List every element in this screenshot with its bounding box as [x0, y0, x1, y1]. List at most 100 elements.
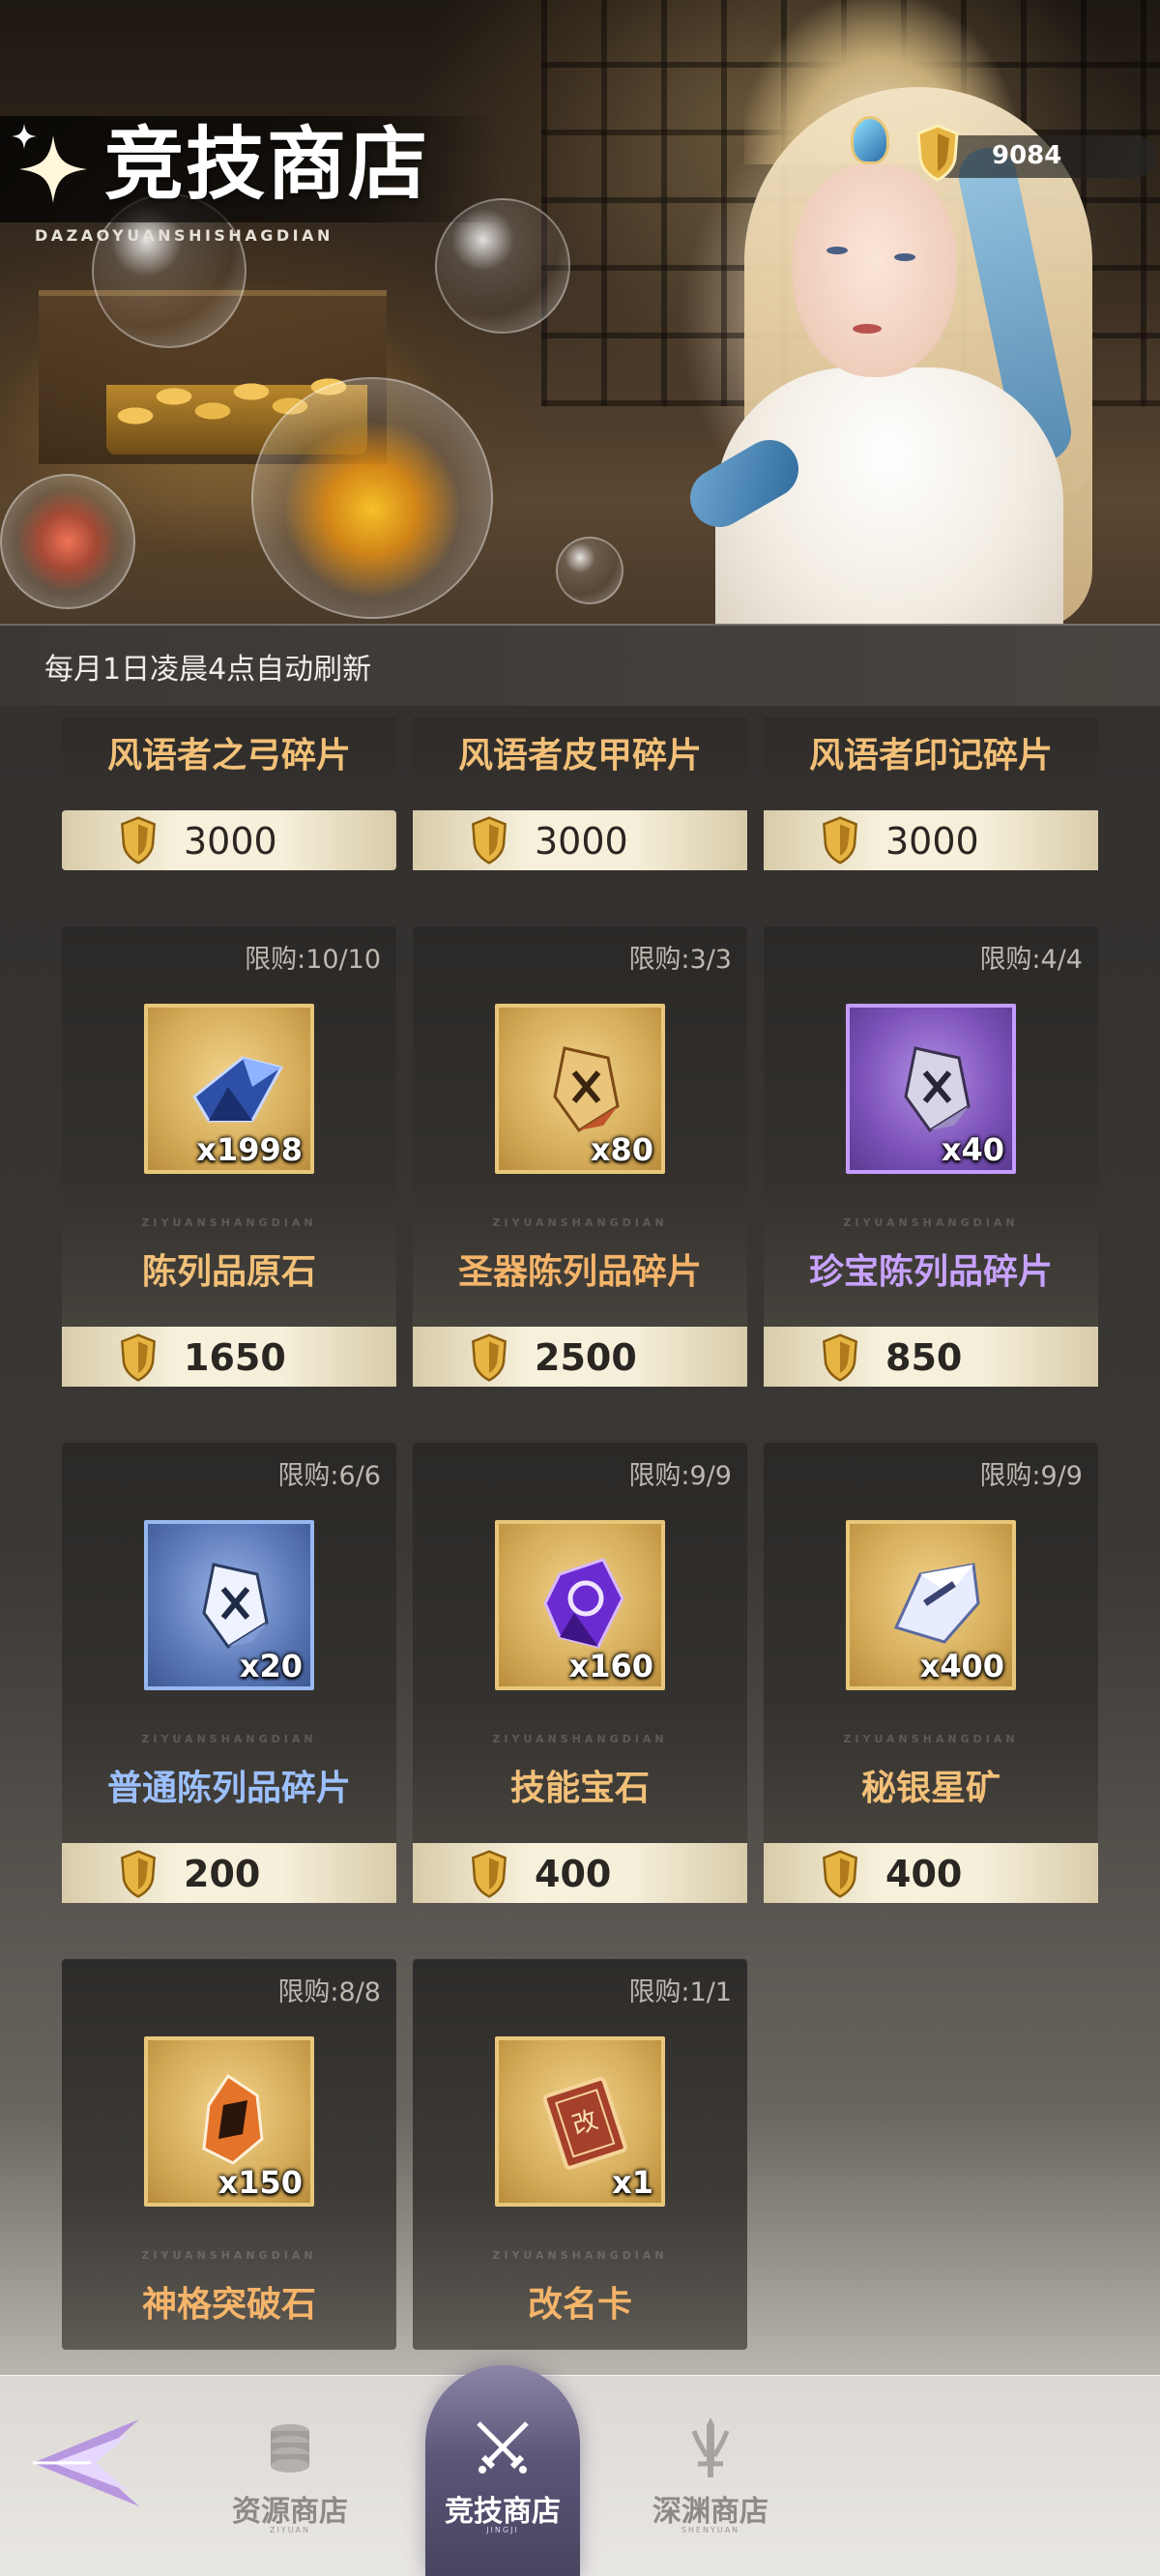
tab-sub-label: JINGJI — [486, 2526, 519, 2534]
item-price: 3000 — [184, 820, 277, 863]
item-quantity: x20 — [239, 1648, 303, 1684]
item-icon-frame: x40 — [846, 1004, 1016, 1174]
purchase-limit: 限购:9/9 — [628, 1461, 732, 1491]
tab-resource-shop[interactable]: 资源商店 ZIYUAN — [193, 2375, 387, 2576]
item-name: 改名卡 — [527, 2285, 632, 2325]
item-name: 圣器陈列品碎片 — [457, 1252, 702, 1292]
card-watermark: ZIYUANSHANGDIAN — [492, 2249, 668, 2262]
shop-item-card[interactable]: 限购:1/1 改 x1 ZIYUANSHANGDIAN 改名卡 — [413, 1959, 747, 2350]
item-name: 风语者之弓碎片 — [106, 736, 351, 776]
arena-coin-icon — [121, 1333, 156, 1382]
heroine-illustration — [628, 0, 1160, 624]
purchase-limit: 限购:10/10 — [245, 945, 381, 975]
silver-shard-icon — [904, 1046, 971, 1133]
tab-sub-label: ZIYUAN — [269, 2526, 311, 2534]
shop-item-card[interactable]: 风语者之弓碎片 3000 — [62, 717, 396, 870]
price-bar: 3000 — [62, 810, 396, 870]
tab-abyss-shop[interactable]: 深渊商店 SHENYUAN — [614, 2375, 807, 2576]
item-icon-frame: x160 — [495, 1520, 665, 1690]
arena-coin-icon — [823, 1333, 857, 1382]
shop-item-card[interactable]: 限购:9/9 x160 ZIYUANSHANGDIAN 技能宝石 400 — [413, 1443, 747, 1903]
item-price: 400 — [535, 1853, 612, 1895]
breakthrough-stone-icon — [202, 2073, 264, 2165]
item-icon-frame: x20 — [144, 1520, 314, 1690]
shop-item-card[interactable]: 限购:6/6 x20 ZIYUANSHANGDIAN 普通陈列品碎片 200 — [62, 1443, 396, 1903]
arena-coin-icon — [121, 1850, 156, 1898]
shop-banner — [0, 0, 1160, 624]
item-quantity: x150 — [218, 2164, 303, 2201]
arena-coin-icon — [916, 124, 959, 182]
item-name: 陈列品原石 — [141, 1252, 316, 1292]
item-price: 3000 — [885, 820, 979, 863]
arena-coin-icon — [823, 1850, 857, 1898]
card-watermark: ZIYUANSHANGDIAN — [141, 2249, 317, 2262]
shop-item-card[interactable]: 风语者印记碎片 3000 — [764, 717, 1098, 870]
item-quantity: x80 — [590, 1131, 653, 1168]
item-quantity: x40 — [941, 1131, 1004, 1168]
item-price: 200 — [184, 1853, 261, 1895]
sparkle-icon — [12, 124, 37, 149]
currency-value: 9084 — [992, 141, 1062, 170]
item-name: 风语者印记碎片 — [808, 736, 1053, 776]
blue-crystal-icon — [192, 1056, 284, 1123]
card-watermark: ZIYUANSHANGDIAN — [141, 1216, 317, 1229]
item-price: 2500 — [535, 1336, 637, 1379]
price-bar: 2500 — [413, 1327, 747, 1387]
white-shard-icon — [202, 1563, 269, 1650]
price-bar: 3000 — [413, 810, 747, 870]
item-price: 3000 — [535, 820, 628, 863]
gold-shard-icon — [553, 1046, 620, 1133]
price-bar: 850 — [764, 1327, 1098, 1387]
price-bar: 1650 — [62, 1327, 396, 1387]
back-arrow-icon[interactable] — [23, 2410, 149, 2516]
price-bar: 3000 — [764, 810, 1098, 870]
item-quantity: x1 — [612, 2164, 653, 2201]
item-icon-frame: x400 — [846, 1520, 1016, 1690]
crossed-swords-icon — [477, 2421, 529, 2474]
purchase-limit: 限购:1/1 — [628, 1977, 732, 2007]
shop-item-card[interactable]: 限购:8/8 x150 ZIYUANSHANGDIAN 神格突破石 — [62, 1959, 396, 2350]
purchase-limit: 限购:9/9 — [979, 1461, 1083, 1491]
coin-stack-icon — [271, 2424, 309, 2473]
refresh-note: 每月1日凌晨4点自动刷新 — [44, 653, 372, 687]
rename-card-icon: 改 — [542, 2076, 627, 2170]
item-name: 普通陈列品碎片 — [106, 1769, 351, 1808]
item-name: 秘银星矿 — [860, 1769, 1000, 1808]
arena-coin-icon — [472, 1850, 507, 1898]
price-bar: 400 — [764, 1843, 1098, 1903]
card-watermark: ZIYUANSHANGDIAN — [843, 1733, 1019, 1745]
shop-item-card[interactable]: 风语者皮甲碎片 3000 — [413, 717, 747, 870]
item-quantity: x1998 — [196, 1131, 303, 1168]
item-price: 850 — [885, 1336, 963, 1379]
purchase-limit: 限购:3/3 — [628, 945, 732, 975]
arena-coin-icon — [472, 816, 507, 864]
gold-orb-bubble — [251, 377, 493, 619]
item-quantity: x160 — [568, 1648, 653, 1684]
item-price: 1650 — [184, 1336, 286, 1379]
item-price: 400 — [885, 1853, 963, 1895]
purchase-limit: 限购:8/8 — [277, 1977, 381, 2007]
purchase-limit: 限购:6/6 — [277, 1461, 381, 1491]
item-icon-frame: 改 x1 — [495, 2036, 665, 2207]
tab-arena-shop[interactable]: 竞技商店 JINGJI — [406, 2375, 599, 2576]
shop-item-card[interactable]: 限购:9/9 x400 ZIYUANSHANGDIAN 秘银星矿 400 — [764, 1443, 1098, 1903]
item-icon-frame: x80 — [495, 1004, 665, 1174]
mithril-ore-icon — [893, 1563, 980, 1644]
arena-coin-icon — [472, 1333, 507, 1382]
tab-sub-label: SHENYUAN — [681, 2526, 740, 2534]
shop-item-card[interactable]: 限购:3/3 x80 ZIYUANSHANGDIAN 圣器陈列品碎片 2500 — [413, 926, 747, 1387]
page-title: 竞技商店 — [104, 119, 430, 211]
purchase-limit: 限购:4/4 — [979, 945, 1083, 975]
card-watermark: ZIYUANSHANGDIAN — [492, 1733, 668, 1745]
page-subtitle: DAZAOYUANSHISHAGDIAN — [35, 226, 334, 245]
card-watermark: ZIYUANSHANGDIAN — [843, 1216, 1019, 1229]
item-icon-frame: x150 — [144, 2036, 314, 2207]
abyss-sword-icon — [691, 2417, 730, 2477]
card-watermark: ZIYUANSHANGDIAN — [492, 1216, 668, 1229]
item-icon-frame: x1998 — [144, 1004, 314, 1174]
item-name: 神格突破石 — [141, 2285, 316, 2325]
shop-item-card[interactable]: 限购:4/4 x40 ZIYUANSHANGDIAN 珍宝陈列品碎片 850 — [764, 926, 1098, 1387]
item-name: 珍宝陈列品碎片 — [808, 1252, 1053, 1292]
purple-gem-icon — [543, 1558, 624, 1649]
shop-item-card[interactable]: 限购:10/10 x1998 ZIYUANSHANGDIAN 陈列品原石 165… — [62, 926, 396, 1387]
